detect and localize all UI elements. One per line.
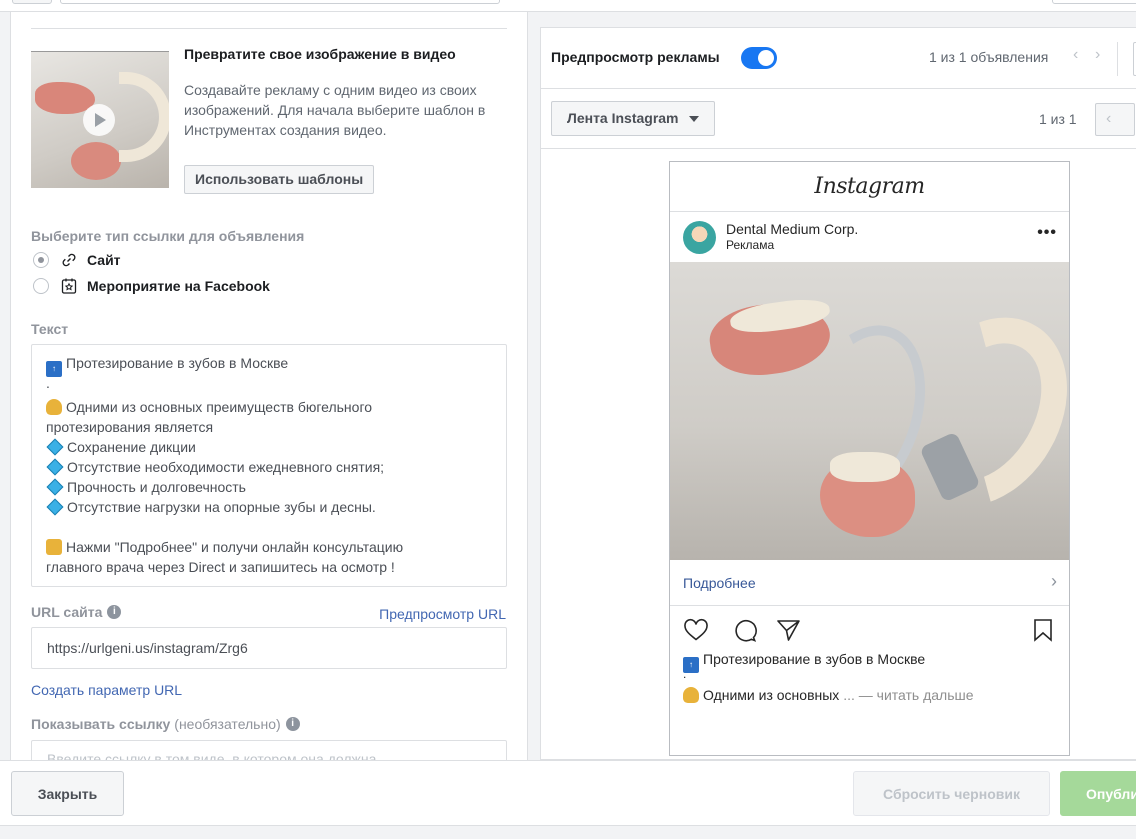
placement-bar: Лента Instagram 1 из 1 ‹ [541, 89, 1136, 149]
info-icon[interactable]: i [107, 605, 122, 619]
caption-dot: . [683, 667, 687, 681]
person-emoji-icon [46, 399, 62, 415]
chevron-left-icon[interactable]: ‹ [1073, 46, 1078, 64]
ig-actions [670, 606, 1069, 646]
caret-down-icon [688, 115, 699, 122]
use-templates-button[interactable]: Использовать шаблоны [184, 165, 375, 194]
video-template-thumbnail[interactable] [31, 51, 169, 188]
previous-page-button[interactable]: ‹ [1095, 103, 1135, 136]
text-line [46, 517, 492, 537]
preview-title: Предпросмотр рекламы [551, 49, 720, 65]
diamond-icon [46, 478, 64, 496]
top-control-left[interactable] [12, 0, 52, 4]
radio-event[interactable] [33, 278, 49, 294]
text-line: Сохранение дикции [67, 439, 196, 455]
caption-text: Одними из основных [703, 687, 840, 703]
text-line: Отсутствие нагрузки на опорные зубы и де… [67, 499, 376, 515]
text-line: Протезирование в зубов в Москве [66, 355, 289, 371]
text-line: протезирования является [46, 419, 214, 435]
url-preview-link[interactable]: Предпросмотр URL [379, 606, 506, 622]
close-button[interactable]: Закрыть [11, 771, 124, 816]
more-options-icon[interactable]: ••• [1037, 224, 1057, 242]
display-link-label-text: Показывать ссылку [31, 716, 171, 732]
ad-count: 1 из 1 объявления [929, 49, 1049, 65]
ad-image [670, 262, 1069, 560]
read-more-link[interactable]: ... — читать дальше [843, 687, 973, 703]
caption-text: Протезирование в зубов в Москве [703, 651, 926, 667]
text-line: Нажми "Подробнее" и получи онлайн консул… [66, 539, 404, 555]
text-line: Отсутствие необходимости ежедневного сня… [67, 459, 385, 475]
link-type-option-event[interactable]: Мероприятие на Facebook [33, 276, 270, 296]
text-label: Текст [31, 321, 69, 337]
caption-line-1: ↑ Протезирование в зубов в Москве [683, 651, 925, 673]
play-icon [83, 104, 115, 136]
cta-bar[interactable]: Подробнее › [670, 560, 1069, 606]
pointing-hand-icon [46, 539, 62, 555]
preview-toggle[interactable] [741, 47, 777, 69]
footer-bar: Закрыть Сбросить черновик Опубликовать [0, 760, 1136, 826]
link-type-label: Выберите тип ссылки для объявления [31, 228, 305, 244]
url-input[interactable]: https://urlgeni.us/instagram/Zrg6 [31, 627, 507, 669]
top-field[interactable] [60, 0, 500, 4]
url-label: URL сайта i [31, 604, 122, 620]
top-control-right[interactable] [1052, 0, 1136, 4]
share-icon[interactable] [776, 618, 802, 645]
chevron-right-icon: › [1051, 571, 1057, 591]
text-line: Одними из основных преимуществ бюгельног… [66, 399, 373, 415]
reset-draft-button[interactable]: Сбросить черновик [853, 771, 1050, 816]
avatar [683, 221, 716, 254]
person-emoji-icon [683, 687, 699, 703]
caption-line-2: Одними из основных ... — читать дальше [683, 687, 974, 703]
url-label-text: URL сайта [31, 604, 103, 620]
instagram-ad-preview: Instagram Dental Medium Corp. Реклама ••… [669, 161, 1070, 756]
comment-icon[interactable] [731, 618, 757, 645]
video-promo-title: Превратите свое изображение в видео [184, 46, 456, 62]
link-icon [59, 250, 79, 270]
info-icon[interactable]: i [285, 717, 300, 731]
diamond-icon [46, 458, 64, 476]
text-line: . [46, 375, 50, 391]
diamond-icon [46, 438, 64, 456]
sponsored-label: Реклама [726, 238, 775, 252]
instagram-logo: Instagram [670, 162, 1069, 212]
cta-label: Подробнее [683, 575, 756, 591]
bookmark-icon[interactable] [1032, 618, 1054, 645]
option-label-event: Мероприятие на Facebook [87, 278, 270, 294]
account-name: Dental Medium Corp. [726, 221, 859, 237]
ad-preview-panel: Предпросмотр рекламы 1 из 1 объявления ‹… [540, 27, 1136, 760]
divider [1117, 42, 1118, 76]
option-label-website: Сайт [87, 252, 121, 268]
display-link-input[interactable]: Введите ссылку в том виде, в котором она… [31, 740, 507, 760]
optional-hint: (необязательно) [174, 716, 281, 732]
heart-icon[interactable] [683, 618, 709, 645]
radio-website[interactable] [33, 252, 49, 268]
preview-header: Предпросмотр рекламы 1 из 1 объявления ‹… [541, 28, 1136, 89]
link-type-option-website[interactable]: Сайт [33, 250, 121, 270]
text-line: Прочность и долговечность [67, 479, 246, 495]
placement-count: 1 из 1 [1039, 111, 1077, 127]
top-toolbar-strip [0, 0, 1136, 12]
event-icon [59, 276, 79, 296]
ig-post-header: Dental Medium Corp. Реклама ••• [670, 212, 1069, 262]
display-link-label: Показывать ссылку (необязательно) i [31, 716, 300, 732]
placement-value: Лента Instagram [567, 110, 679, 126]
placement-dropdown[interactable]: Лента Instagram [551, 101, 715, 136]
publish-button[interactable]: Опубликовать [1060, 771, 1136, 816]
ad-editor-panel: Превратите свое изображение в видео Созд… [10, 12, 528, 760]
section-divider [31, 28, 507, 29]
chevron-right-icon[interactable]: › [1095, 46, 1100, 64]
text-line: главного врача через Direct и запишитесь… [46, 559, 395, 575]
diamond-icon [46, 498, 64, 516]
ad-text-field[interactable]: ↑ Протезирование в зубов в Москве . Одним… [31, 344, 507, 587]
video-promo-description: Создавайте рекламу с одним видео из свои… [184, 82, 486, 138]
create-url-param-link[interactable]: Создать параметр URL [31, 682, 182, 698]
